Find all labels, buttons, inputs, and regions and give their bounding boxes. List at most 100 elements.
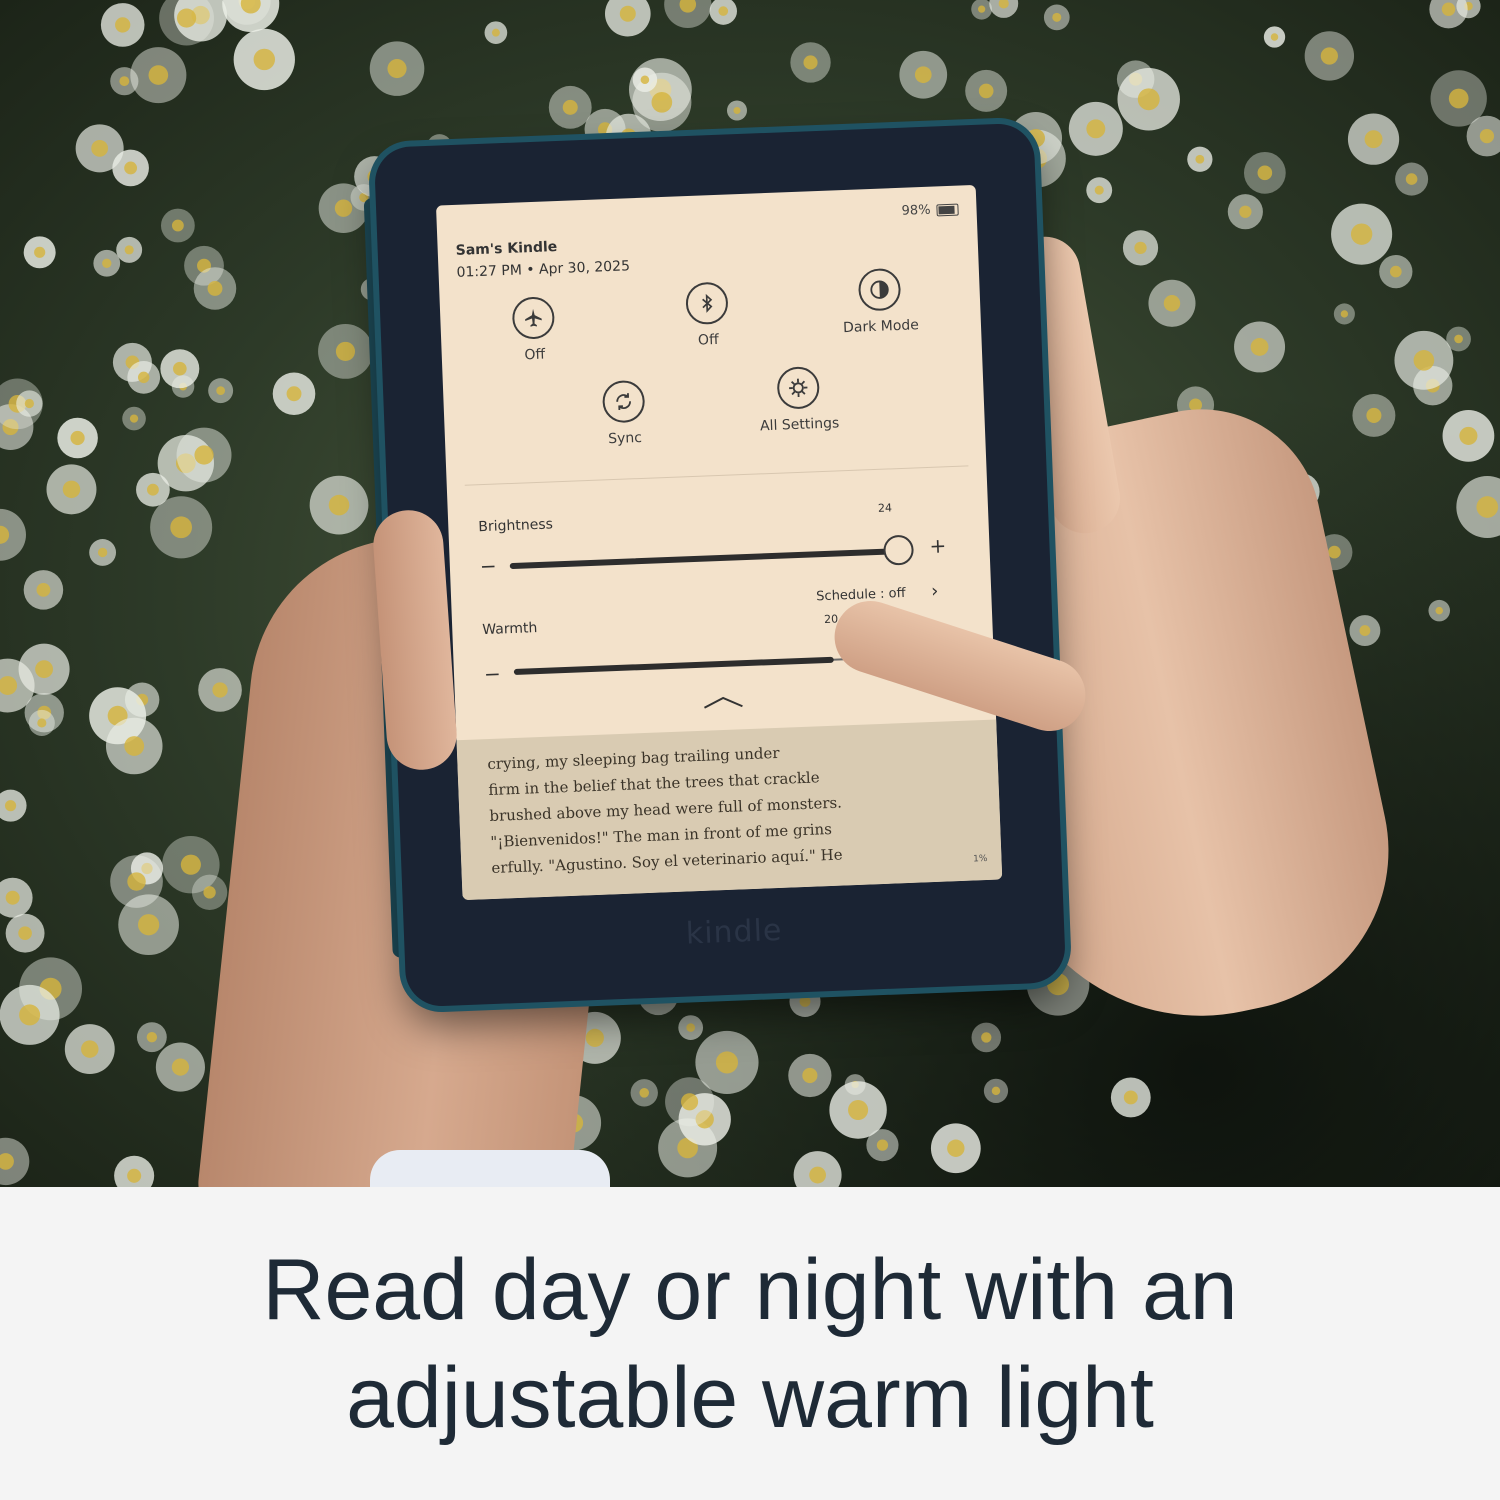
daisy (484, 21, 508, 44)
daisy (1347, 113, 1400, 165)
daisy (176, 427, 232, 483)
daisy (1428, 599, 1451, 622)
daisy (1442, 410, 1495, 462)
device-name: Sam's Kindle (455, 239, 558, 259)
kindle-device: 98% Sam's Kindle 01:27 PM • Apr 30, 2025… (363, 122, 1067, 1008)
daisy (983, 1078, 1009, 1104)
daisy (105, 717, 163, 775)
bluetooth-icon (685, 281, 729, 326)
airplane-mode-toggle[interactable]: Off (478, 295, 590, 365)
daisy (369, 41, 425, 96)
daisy (272, 372, 316, 416)
daisy (1333, 303, 1355, 325)
bluetooth-label: Off (697, 331, 719, 349)
daisy (1349, 615, 1381, 647)
daisy (155, 1042, 205, 1092)
daisy (57, 417, 98, 459)
daisy (899, 50, 948, 99)
reading-progress: 1% (973, 853, 988, 865)
warmth-decrease-button[interactable]: − (484, 662, 502, 687)
daisy (1086, 177, 1113, 204)
daisy (0, 984, 60, 1045)
chevron-right-icon[interactable]: › (931, 581, 939, 602)
daisy (1148, 279, 1196, 327)
daisy (548, 85, 592, 129)
caption: Read day or night with an adjustable war… (0, 1187, 1500, 1500)
daisy (790, 42, 831, 83)
daisy (1394, 330, 1454, 390)
daisy (28, 709, 55, 736)
daisy (604, 0, 651, 37)
battery-percent: 98% (901, 202, 931, 219)
brightness-decrease-button[interactable]: − (479, 554, 497, 579)
daisy (1456, 476, 1500, 538)
sync-label: Sync (607, 429, 643, 448)
daisy (788, 1053, 832, 1098)
daisy (0, 877, 33, 918)
sync-icon (601, 379, 646, 424)
sync-button[interactable]: Sync (568, 378, 680, 448)
battery-icon (936, 203, 959, 216)
daisy (630, 1079, 658, 1107)
dark-mode-icon (857, 267, 902, 312)
daisy (1263, 26, 1286, 48)
daisy (965, 69, 1008, 112)
daisy (75, 124, 124, 173)
daisy (114, 1155, 155, 1187)
daisy (193, 267, 237, 310)
bluetooth-toggle[interactable]: Off (651, 280, 763, 350)
daisy (1430, 70, 1487, 127)
book-page[interactable]: crying, my sleeping bag trailing under f… (456, 719, 1003, 901)
brightness-increase-button[interactable]: + (929, 533, 947, 558)
daisy (122, 406, 146, 431)
device-screen: 98% Sam's Kindle 01:27 PM • Apr 30, 2025… (435, 184, 1003, 901)
daisy (1187, 146, 1213, 172)
daisy (1110, 1077, 1151, 1118)
daisy (695, 1030, 759, 1094)
daisy (150, 496, 213, 559)
daisy (971, 1022, 1002, 1053)
battery-status: 98% (901, 202, 959, 219)
warmth-label: Warmth (482, 620, 538, 639)
daisy (678, 1015, 704, 1040)
daisy (0, 508, 26, 561)
divider (464, 465, 969, 486)
daisy (971, 0, 993, 20)
daisy (930, 1123, 981, 1174)
daisy (664, 0, 712, 29)
daisy (1117, 68, 1180, 131)
chevron-up-icon[interactable] (702, 694, 745, 710)
all-settings-button[interactable]: All Settings (742, 365, 854, 435)
daisy (222, 0, 280, 33)
daisy (989, 0, 1019, 18)
sleeve (370, 1150, 610, 1187)
daisy (829, 1081, 887, 1139)
daisy (1379, 254, 1413, 289)
daisy (1395, 162, 1429, 196)
caption-line-2: adjustable warm light (346, 1349, 1154, 1446)
daisy (16, 390, 43, 417)
daisy (116, 236, 143, 263)
caption-line-1: Read day or night with an (262, 1241, 1238, 1338)
daisy (1331, 203, 1393, 265)
daisy (1122, 230, 1159, 266)
daisy (198, 668, 242, 712)
brightness-thumb[interactable] (882, 534, 915, 566)
daisy (160, 349, 200, 389)
daisy (1446, 326, 1471, 352)
daisy (191, 874, 228, 910)
product-photo: 98% Sam's Kindle 01:27 PM • Apr 30, 2025… (0, 0, 1500, 1187)
daisy (793, 1151, 842, 1187)
dark-mode-toggle[interactable]: Dark Mode (824, 267, 936, 337)
daisy (46, 464, 97, 515)
daisy (136, 1022, 167, 1053)
all-settings-label: All Settings (759, 415, 840, 435)
daisy (136, 472, 170, 507)
daisy (1304, 31, 1355, 81)
settings-icon (776, 366, 821, 410)
daisy (0, 789, 27, 822)
date-time: 01:27 PM • Apr 30, 2025 (456, 258, 631, 281)
daisy (208, 378, 234, 404)
daisy (5, 913, 45, 953)
daisy (1068, 101, 1123, 156)
